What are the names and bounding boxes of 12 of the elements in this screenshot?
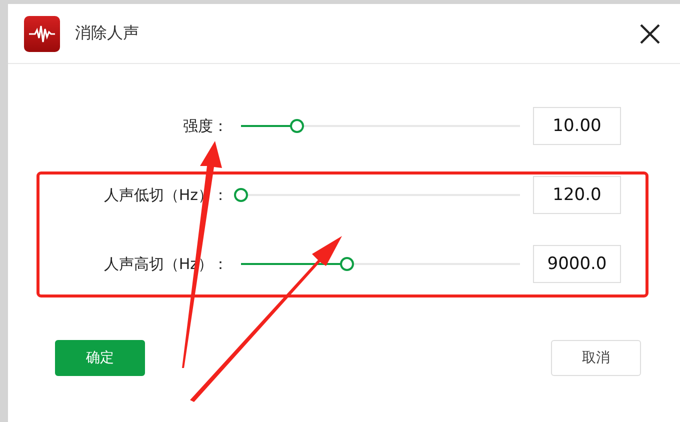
value-field[interactable]: 120.0 bbox=[533, 176, 621, 214]
slider-thumb[interactable] bbox=[340, 257, 354, 271]
value-field[interactable]: 9000.0 bbox=[533, 245, 621, 283]
value-field[interactable]: 10.00 bbox=[533, 107, 621, 145]
close-icon bbox=[639, 22, 661, 44]
cancel-button[interactable]: 取消 bbox=[551, 340, 641, 376]
waveform-icon bbox=[24, 16, 60, 52]
window-title: 消除人声 bbox=[75, 23, 140, 44]
setting-label: 人声低切（Hz）： bbox=[102, 186, 228, 204]
slider-thumb[interactable] bbox=[290, 119, 304, 133]
slider-thumb[interactable] bbox=[234, 188, 248, 202]
setting-label: 强度： bbox=[182, 116, 228, 136]
